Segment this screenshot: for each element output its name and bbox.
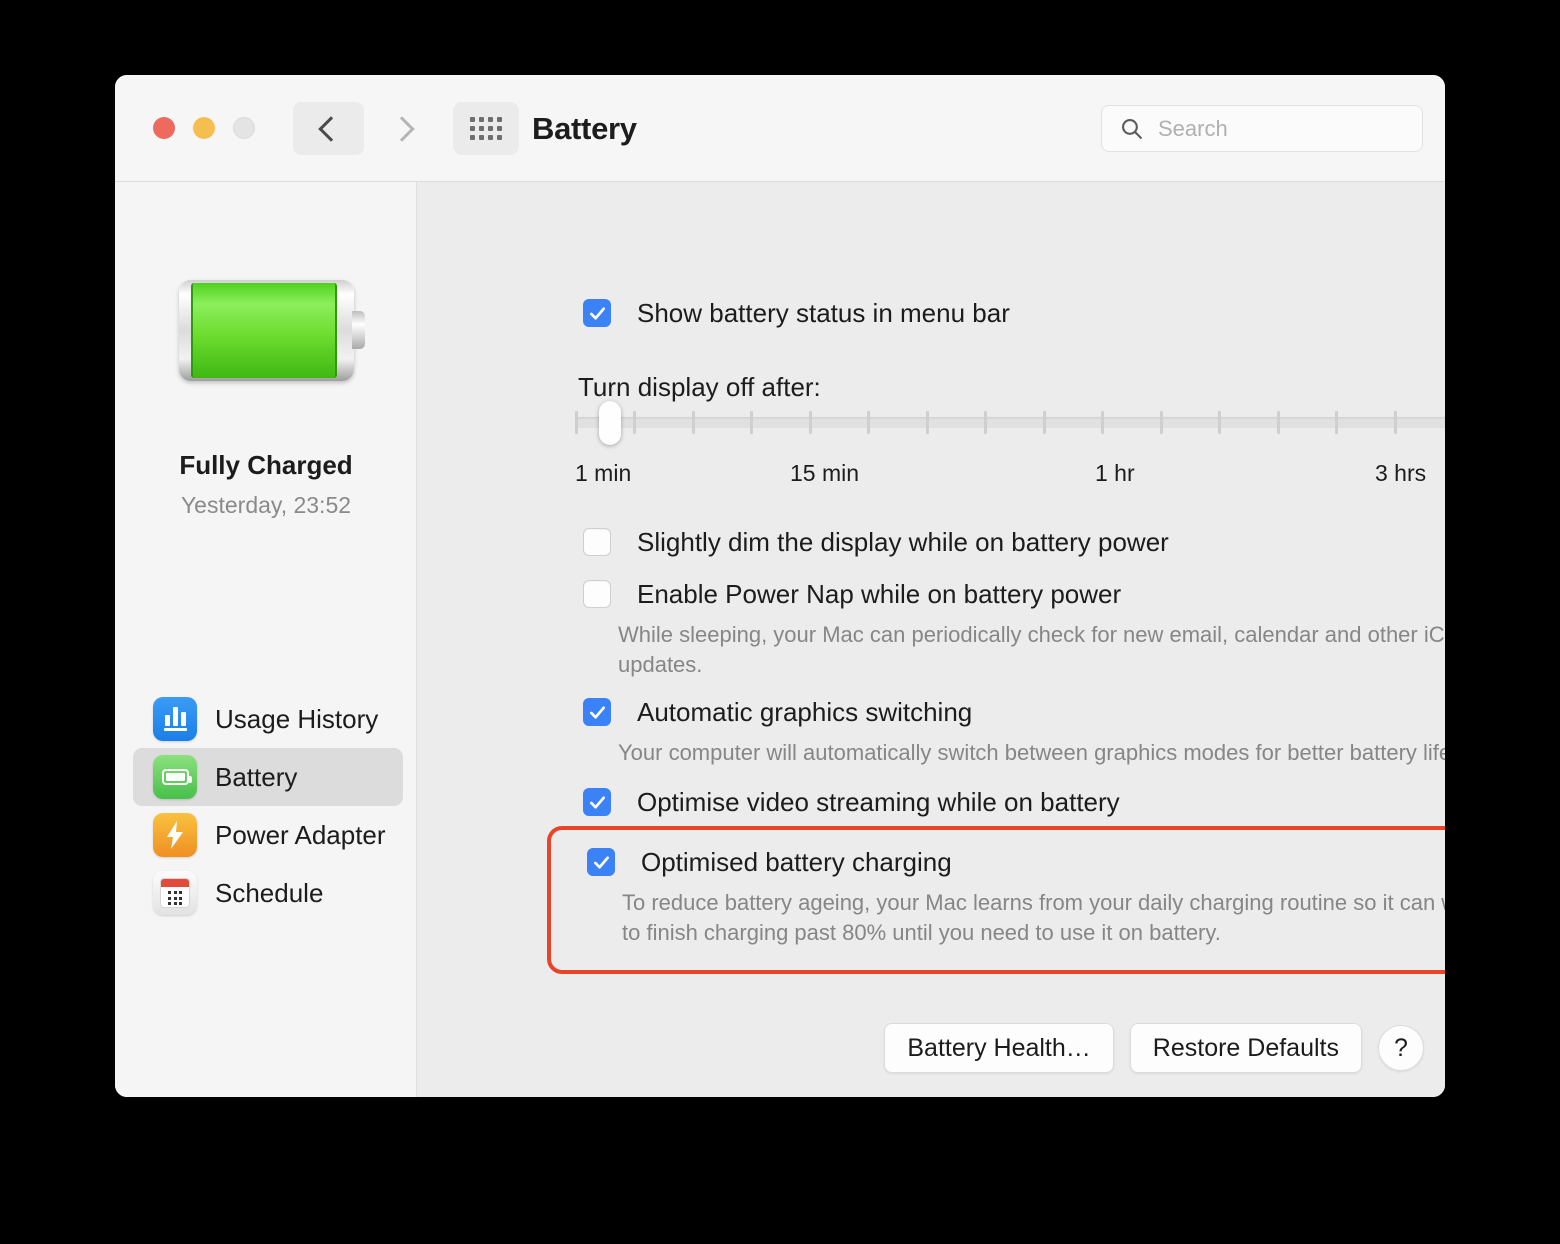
close-button[interactable]	[153, 117, 175, 139]
optimised-charging-row[interactable]: Optimised battery charging	[587, 848, 952, 876]
display-off-slider[interactable]	[575, 401, 1445, 445]
optimise-video-row[interactable]: Optimise video streaming while on batter…	[583, 788, 1120, 816]
slider-tick	[1042, 411, 1046, 434]
graphics-switching-description: Your computer will automatically switch …	[618, 740, 1445, 765]
optimise-video-label: Optimise video streaming while on batter…	[637, 787, 1120, 817]
sidebar-item-usage-history[interactable]: Usage History	[133, 690, 403, 748]
battery-hero-image	[115, 280, 417, 381]
sidebar-item-label: Power Adapter	[215, 819, 386, 850]
slider-tick	[1335, 411, 1339, 434]
optimised-charging-highlight: Optimised battery charging To reduce bat…	[547, 826, 1445, 974]
schedule-icon	[153, 871, 197, 915]
slider-track[interactable]	[575, 401, 1445, 445]
slider-label: 1 hr	[1095, 460, 1135, 486]
restore-defaults-button[interactable]: Restore Defaults	[1129, 1023, 1362, 1073]
sidebar-item-label: Usage History	[215, 703, 379, 734]
chevron-left-icon	[318, 115, 344, 142]
show-battery-status-row[interactable]: Show battery status in menu bar	[583, 299, 1010, 327]
battery-full-icon	[178, 280, 365, 381]
page-title: Battery	[532, 111, 637, 146]
sidebar-nav-list: Usage History Battery Power Adapter Sche…	[133, 690, 403, 922]
slider-tick	[750, 411, 754, 434]
battery-status-label: Fully Charged	[179, 450, 353, 480]
battery-icon	[153, 755, 197, 799]
optimised-charging-label: Optimised battery charging	[641, 847, 952, 877]
slider-tick	[633, 411, 637, 434]
graphics-switching-checkbox[interactable]	[583, 698, 611, 726]
help-button[interactable]: ?	[1378, 1025, 1424, 1071]
back-button[interactable]	[293, 102, 364, 155]
display-off-title: Turn display off after:	[578, 372, 821, 402]
show-battery-status-label: Show battery status in menu bar	[637, 298, 1010, 328]
slider-tick	[808, 411, 812, 434]
sidebar-item-battery[interactable]: Battery	[133, 748, 403, 806]
slider-tick	[1159, 411, 1163, 434]
zoom-button[interactable]	[233, 117, 255, 139]
search-field[interactable]: Search	[1101, 105, 1423, 152]
slider-label: 15 min	[790, 460, 860, 486]
sidebar-item-label: Schedule	[215, 877, 324, 908]
battery-health-button[interactable]: Battery Health…	[884, 1023, 1114, 1073]
battery-fill	[190, 283, 337, 378]
search-placeholder: Search	[1158, 115, 1228, 141]
action-button-bar: Battery Health… Restore Defaults ?	[418, 1023, 1445, 1073]
slider-tick	[1218, 411, 1222, 434]
slider-tick	[984, 411, 988, 434]
power-nap-label: Enable Power Nap while on battery power	[637, 579, 1122, 609]
battery-timestamp: Yesterday, 23:52	[180, 492, 352, 518]
sidebar-item-power-adapter[interactable]: Power Adapter	[133, 806, 403, 864]
slider-tick	[691, 411, 695, 434]
search-icon	[1122, 119, 1142, 139]
system-preferences-window: Battery Search Fully Charged Yesterday, …	[115, 75, 1445, 1097]
slider-tick	[867, 411, 871, 434]
slider-label: 3 hrs	[1375, 460, 1427, 486]
graphics-switching-label: Automatic graphics switching	[637, 697, 973, 727]
main-content-panel: Show battery status in menu bar Turn dis…	[418, 182, 1445, 1097]
usage-history-icon	[153, 697, 197, 741]
show-all-button[interactable]	[453, 102, 519, 155]
power-nap-description: While sleeping, your Mac can periodicall…	[618, 622, 1445, 677]
show-battery-status-checkbox[interactable]	[583, 299, 611, 327]
slider-tick	[1393, 411, 1397, 434]
slider-label: 1 min	[575, 460, 632, 486]
optimised-charging-checkbox[interactable]	[587, 848, 615, 876]
optimised-charging-description: To reduce battery ageing, your Mac learn…	[622, 890, 1445, 945]
slightly-dim-checkbox[interactable]	[583, 528, 611, 556]
grid-icon	[470, 117, 502, 140]
sidebar-item-label: Battery	[215, 761, 298, 792]
slider-tick	[925, 411, 929, 434]
forward-button[interactable]	[369, 102, 440, 155]
graphics-switching-row[interactable]: Automatic graphics switching	[583, 698, 972, 726]
optimise-video-checkbox[interactable]	[583, 788, 611, 816]
sidebar: Fully Charged Yesterday, 23:52 Usage His…	[115, 182, 417, 1097]
power-nap-row[interactable]: Enable Power Nap while on battery power	[583, 580, 1121, 608]
power-adapter-icon	[153, 813, 197, 857]
power-nap-checkbox[interactable]	[583, 580, 611, 608]
chevron-right-icon	[389, 115, 415, 142]
slider-tick	[575, 411, 578, 434]
battery-terminal	[351, 311, 365, 349]
sidebar-item-schedule[interactable]: Schedule	[133, 864, 403, 922]
slider-thumb[interactable]	[599, 401, 622, 445]
slider-tick	[1101, 411, 1105, 434]
minimise-button[interactable]	[193, 117, 215, 139]
slightly-dim-row[interactable]: Slightly dim the display while on batter…	[583, 528, 1169, 556]
slightly-dim-label: Slightly dim the display while on batter…	[637, 527, 1169, 557]
traffic-light-buttons	[153, 117, 255, 139]
slider-tick	[1276, 411, 1280, 434]
window-titlebar: Battery Search	[115, 75, 1445, 182]
slider-tick-labels: 1 min15 min1 hr3 hrsNever	[575, 460, 1445, 490]
